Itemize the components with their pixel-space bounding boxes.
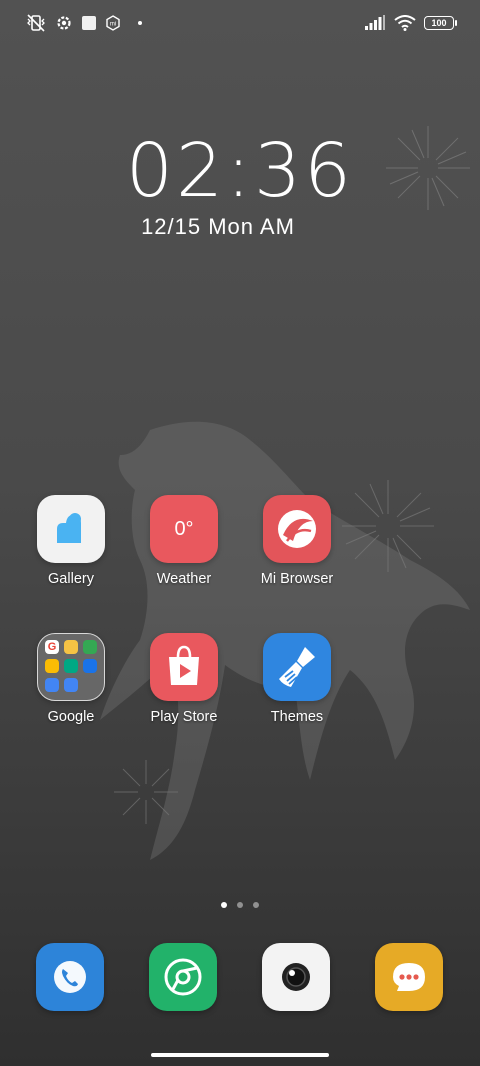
- status-bar-left: mi: [26, 12, 142, 34]
- battery-icon: 100: [424, 16, 457, 30]
- page-indicator[interactable]: [0, 902, 480, 908]
- app-mi-browser[interactable]: Mi Browser: [242, 495, 352, 587]
- clock-date[interactable]: 12/15 Mon AM: [0, 214, 436, 240]
- app-label: Themes: [270, 709, 324, 725]
- app-google-folder[interactable]: G Google: [16, 633, 126, 725]
- weather-temperature: 0°: [174, 517, 194, 540]
- dock-chrome-app[interactable]: [149, 943, 217, 1011]
- app-label: Google: [47, 709, 95, 725]
- weather-icon: 0°: [150, 495, 218, 563]
- app-label: Weather: [156, 571, 212, 587]
- messages-icon: [393, 963, 425, 991]
- svg-text:mi: mi: [110, 22, 116, 28]
- status-bar-right: 100: [364, 12, 457, 34]
- home-gesture-bar[interactable]: [151, 1053, 329, 1057]
- chrome-icon: [164, 958, 202, 996]
- app-label: Mi Browser: [260, 571, 334, 587]
- wifi-icon: [394, 15, 416, 31]
- page-dot[interactable]: [253, 902, 259, 908]
- dot-icon: [138, 21, 142, 25]
- camera-icon: [282, 963, 310, 991]
- dock-messages-app[interactable]: [375, 943, 443, 1011]
- app-label: Play Store: [150, 709, 218, 725]
- app-weather[interactable]: 0° Weather: [129, 495, 239, 587]
- app-gallery[interactable]: Gallery: [16, 495, 126, 587]
- phone-icon: [54, 961, 86, 993]
- play-store-icon: [150, 633, 218, 701]
- settings-gear-icon: [57, 16, 71, 30]
- themes-icon: [263, 633, 331, 701]
- gallery-icon: [37, 495, 105, 563]
- app-play-store[interactable]: Play Store: [129, 633, 239, 725]
- clock-time[interactable]: 02:36: [0, 128, 480, 214]
- app-themes[interactable]: Themes: [242, 633, 352, 725]
- mi-browser-icon: [263, 495, 331, 563]
- page-dot[interactable]: [221, 902, 227, 908]
- square-notification-icon: [82, 16, 96, 30]
- dock-phone-app[interactable]: [36, 943, 104, 1011]
- page-dot[interactable]: [237, 902, 243, 908]
- signal-icon: [365, 15, 385, 30]
- dock-camera-app[interactable]: [262, 943, 330, 1011]
- app-label: Gallery: [48, 571, 94, 587]
- mi-app-icon: mi: [106, 15, 120, 31]
- vibrate-off-icon: [27, 14, 45, 32]
- google-folder-icon: G: [37, 633, 105, 701]
